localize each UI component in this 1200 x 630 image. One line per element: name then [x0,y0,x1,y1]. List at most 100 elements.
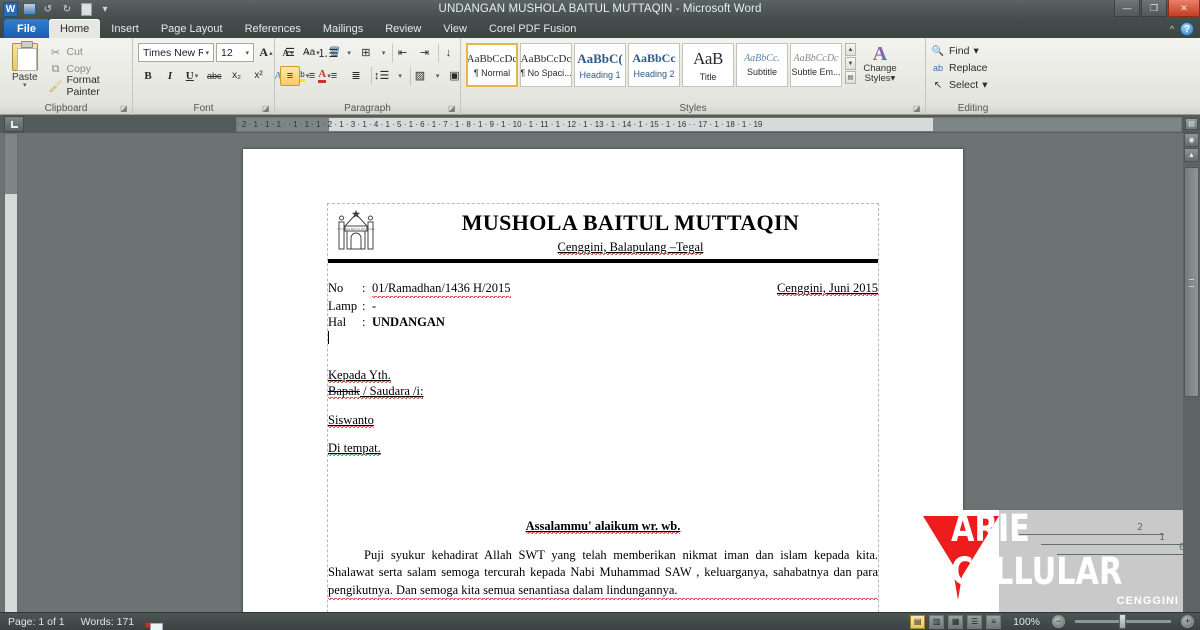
strikethrough-button[interactable]: abc [204,66,225,86]
subscript-button[interactable]: x₂ [227,66,247,86]
zoom-level[interactable]: 100% [1005,616,1048,628]
tab-insert[interactable]: Insert [100,19,150,38]
new-document-icon[interactable] [78,2,94,17]
tab-home[interactable]: Home [48,19,101,38]
style-name: Subtitle [746,67,778,77]
bold-button[interactable]: B [138,66,158,86]
letterhead-divider [328,259,878,263]
styles-scroll-down-icon[interactable]: ▼ [845,57,856,70]
chevron-down-icon[interactable]: ▾ [982,79,987,91]
restore-button[interactable]: ❐ [1141,0,1167,17]
collapse-ribbon-icon[interactable]: ^ [1170,24,1174,34]
multilevel-dropdown-icon[interactable]: ▾ [378,43,389,63]
align-left-icon[interactable]: ≡ [280,65,300,86]
styles-dialog-launcher[interactable]: ◪ [913,104,922,113]
close-button[interactable]: ✕ [1168,0,1200,17]
font-name-combo[interactable]: Times New Rom ▾ [138,43,214,62]
word-count-status[interactable]: Words: 171 [73,616,143,628]
clipboard-dialog-launcher[interactable]: ◪ [120,104,129,113]
help-icon[interactable]: ? [1180,22,1194,36]
paste-button[interactable]: Paste ▾ [5,41,45,89]
horizontal-ruler[interactable]: · 2 · 1 · 1 · 1 · · 1 · 1 · 1 · 2 · 1 · … [236,117,1182,132]
bullets-icon[interactable]: ☰ [280,43,300,63]
vertical-scrollbar[interactable]: ◉ ▲ [1183,133,1200,612]
font-dialog-launcher[interactable]: ◪ [262,104,271,113]
paste-dropdown-icon[interactable]: ▾ [23,82,27,89]
scrollbar-thumb[interactable] [1184,167,1199,397]
chevron-down-icon[interactable]: ▾ [243,49,251,57]
vertical-ruler[interactable] [4,133,18,612]
paragraph-dialog-launcher[interactable]: ◪ [448,104,457,113]
line-spacing-icon[interactable]: ↕☰ [371,65,392,86]
replace-label: Replace [949,62,988,74]
align-right-icon[interactable]: ≡ [324,66,344,86]
zoom-slider-thumb[interactable] [1119,614,1126,629]
document-page[interactable]: MUSHOLA BAITUL MUTTAQIN MUSHOLA BAITUL M… [243,149,963,612]
svg-text:MUSHOLA BAITUL MUTTAQIN: MUSHOLA BAITUL MUTTAQIN [337,228,374,231]
superscript-button[interactable]: x² [249,66,269,86]
view-print-layout-icon[interactable]: ▤ [910,614,926,629]
zoom-slider[interactable] [1075,614,1171,629]
chevron-down-icon[interactable]: ▾ [973,45,978,57]
tab-file[interactable]: File [4,19,49,38]
replace-icon: ab [932,63,943,73]
view-outline-icon[interactable]: ☰ [967,614,983,629]
decrease-indent-icon[interactable]: ⇤ [392,42,412,63]
word-app-logo[interactable]: W [3,1,18,17]
sort-icon[interactable]: ↓ [438,42,458,63]
chevron-down-icon[interactable]: ▾ [891,73,896,84]
justify-icon[interactable]: ≣ [346,66,366,86]
font-size-combo[interactable]: 12 ▾ [216,43,254,62]
view-full-screen-reading-icon[interactable]: ▥ [929,614,945,629]
view-draft-icon[interactable]: ≡ [986,614,1002,629]
page-status[interactable]: Page: 1 of 1 [0,616,73,628]
find-button[interactable]: 🔍 Find ▾ [931,43,988,59]
style-title[interactable]: AaB Title [682,43,734,87]
style-heading-1[interactable]: AaBbC( Heading 1 [574,43,626,87]
tab-stop-selector[interactable] [4,116,24,132]
save-icon[interactable] [21,2,37,17]
numbering-icon[interactable]: ⒈☰ [315,43,342,63]
tab-page-layout[interactable]: Page Layout [150,19,234,38]
tab-mailings[interactable]: Mailings [312,19,374,38]
style-no-spacing[interactable]: AaBbCcDc ¶ No Spaci... [520,43,572,87]
replace-button[interactable]: ab Replace [931,60,988,76]
style-subtle-emphasis[interactable]: AaBbCcDc Subtle Em... [790,43,842,87]
style-heading-2[interactable]: AaBbCc Heading 2 [628,43,680,87]
italic-button[interactable]: I [160,66,180,86]
styles-scroll-up-icon[interactable]: ▲ [845,43,856,56]
redo-icon[interactable]: ↻ [59,2,75,17]
shading-icon[interactable]: ▨ [409,65,430,86]
increase-indent-icon[interactable]: ⇥ [414,43,434,63]
bullets-dropdown-icon[interactable]: ▾ [302,43,313,63]
undo-icon[interactable]: ↺ [40,2,56,17]
shading-dropdown-icon[interactable]: ▾ [432,66,443,86]
tab-view[interactable]: View [432,19,478,38]
multilevel-list-icon[interactable]: ⊞ [356,43,376,63]
line-spacing-dropdown-icon[interactable]: ▾ [394,66,405,86]
chevron-down-icon[interactable]: ▾ [203,49,211,57]
style-normal[interactable]: AaBbCcDc ¶ Normal [466,43,518,87]
cut-button[interactable]: ✂ Cut [49,44,128,60]
scroll-up-icon[interactable]: ▲ [1184,148,1199,162]
view-web-layout-icon[interactable]: ▦ [948,614,964,629]
align-center-icon[interactable]: ≡ [302,66,322,86]
styles-more-icon[interactable]: ▤ [845,71,856,84]
tab-references[interactable]: References [234,19,312,38]
zoom-out-button[interactable]: − [1052,615,1065,628]
select-button[interactable]: ↖ Select ▾ [931,77,988,93]
zoom-in-button[interactable]: + [1181,615,1194,628]
style-subtitle[interactable]: AaBbCc. Subtitle [736,43,788,87]
change-styles-button[interactable]: A Change Styles▾ [856,41,904,84]
numbering-dropdown-icon[interactable]: ▾ [343,43,354,63]
customize-quick-access-icon[interactable]: ▾ [97,2,113,17]
ruler-toggle-button[interactable]: ▤ [1185,118,1198,130]
tab-review[interactable]: Review [374,19,432,38]
grow-font-button[interactable]: A ▴ [256,43,276,63]
document-content[interactable]: MUSHOLA BAITUL MUTTAQIN MUSHOLA BAITUL M… [328,204,878,600]
minimize-button[interactable]: — [1114,0,1140,17]
underline-button[interactable]: U ▾ [182,66,202,86]
select-browse-object-icon[interactable]: ◉ [1184,133,1199,147]
tab-corel-pdf-fusion[interactable]: Corel PDF Fusion [478,19,587,38]
format-painter-button[interactable]: 🖌 Format Painter [49,74,128,98]
